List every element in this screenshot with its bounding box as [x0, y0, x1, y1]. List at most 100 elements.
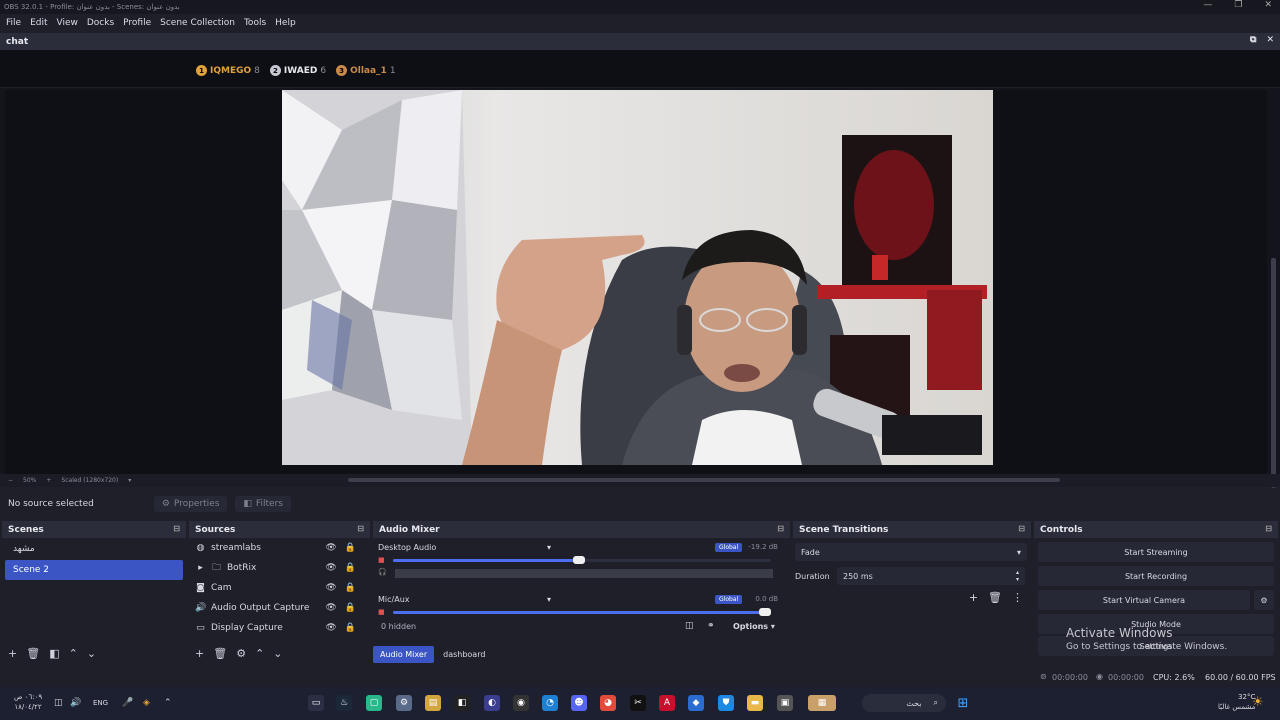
steam-icon[interactable]: ♨	[336, 695, 352, 711]
move-up-icon[interactable]: ⌃	[255, 647, 264, 660]
close-dock-icon[interactable]: ✕	[1266, 35, 1274, 45]
tab-dashboard[interactable]: dashboard	[436, 646, 492, 663]
dock-menu-icon[interactable]: ⊟	[173, 524, 180, 533]
link-icon[interactable]: ⚭	[707, 621, 715, 631]
trash-icon[interactable]: 🗑	[988, 591, 1002, 604]
volume-knob[interactable]	[573, 556, 585, 564]
notification-icon[interactable]: ◫	[54, 698, 63, 708]
float-dock-icon[interactable]: ⧉	[1250, 35, 1256, 45]
app-tile-icon[interactable]: ▦	[808, 695, 836, 711]
lock-icon[interactable]: 🔒	[345, 583, 356, 593]
gear-icon[interactable]: ⚙	[236, 647, 246, 660]
zoom-out-button[interactable]: −	[8, 477, 13, 484]
dock-menu-icon[interactable]: ⊟	[777, 524, 784, 533]
taskbar-search[interactable]: بحث ⌕	[862, 694, 946, 712]
files-icon[interactable]: ▤	[425, 695, 441, 711]
zoom-in-button[interactable]: +	[46, 477, 51, 484]
shield-icon[interactable]: ⛊	[718, 695, 734, 711]
minimize-button[interactable]: —	[1203, 0, 1212, 10]
source-item[interactable]: ◙ Cam 👁 🔒	[189, 578, 370, 598]
spin-arrows-icon[interactable]: ▴ ▾	[1016, 569, 1019, 583]
chrome-icon[interactable]: ◕	[600, 695, 616, 711]
volume-knob[interactable]	[759, 608, 771, 616]
trash-icon[interactable]: 🗑	[213, 647, 227, 660]
properties-button[interactable]: ⚙ Properties	[153, 496, 228, 512]
add-transition-icon[interactable]: +	[969, 591, 978, 604]
start-streaming-button[interactable]: Start Streaming	[1038, 542, 1274, 562]
eye-icon[interactable]: 👁	[325, 543, 336, 553]
obs-tray-icon[interactable]: ◐	[484, 695, 500, 711]
source-item[interactable]: ▸ 🗀 BotRix 👁 🔒	[189, 558, 370, 578]
app-blue-icon[interactable]: ◆	[688, 695, 704, 711]
more-icon[interactable]: ⋮	[1012, 591, 1023, 604]
dock-menu-icon[interactable]: ⊟	[1265, 524, 1272, 533]
menu-help[interactable]: Help	[275, 18, 296, 28]
lock-icon[interactable]: 🔒	[345, 563, 356, 573]
source-item[interactable]: ▭ Display Capture 👁 🔒	[189, 618, 370, 638]
source-item[interactable]: ◍ streamlabs 👁 🔒	[189, 538, 370, 558]
menu-file[interactable]: File	[6, 18, 21, 28]
preview-scrollbar-horizontal[interactable]	[348, 478, 1060, 482]
volume-slider[interactable]	[393, 608, 771, 616]
clock[interactable]: ٠٦:٠٩ ص ١٨/٠٤/٢٢	[14, 692, 42, 712]
tray-app-icon[interactable]: ◈	[143, 698, 150, 708]
chevron-down-icon[interactable]: ▾	[128, 477, 131, 484]
menu-scene-collection[interactable]: Scene Collection	[160, 18, 235, 28]
mic-tray-icon[interactable]: 🎤	[122, 698, 133, 708]
headphones-icon[interactable]: 🎧	[378, 568, 387, 576]
close-button[interactable]: ✕	[1264, 0, 1272, 10]
eye-icon[interactable]: 👁	[325, 583, 336, 593]
duration-input[interactable]: 250 ms ▴ ▾	[837, 567, 1025, 585]
lock-icon[interactable]: 🔒	[345, 603, 356, 613]
menu-edit[interactable]: Edit	[30, 18, 47, 28]
tray-expand-icon[interactable]: ⌃	[164, 698, 172, 708]
eye-icon[interactable]: 👁	[325, 623, 336, 633]
move-down-icon[interactable]: ⌄	[273, 647, 282, 660]
start-recording-button[interactable]: Start Recording	[1038, 566, 1274, 586]
weather-widget[interactable]: 32°C مشمس غالبًا	[1218, 692, 1255, 712]
add-scene-icon[interactable]: +	[8, 647, 17, 660]
scene-item-active[interactable]: Scene 2	[5, 560, 183, 580]
eye-icon[interactable]: 👁	[325, 603, 336, 613]
chevron-down-icon[interactable]: ▾	[547, 595, 551, 604]
scene-item[interactable]: مشهد	[5, 539, 183, 559]
task-view-icon[interactable]: ▭	[308, 695, 324, 711]
acrobat-icon[interactable]: A	[659, 695, 675, 711]
move-down-icon[interactable]: ⌄	[87, 647, 96, 660]
app-gray-icon[interactable]: ▣	[777, 695, 793, 711]
layout-icon[interactable]: ◫	[685, 621, 694, 631]
dock-menu-icon[interactable]: ⊟	[1018, 524, 1025, 533]
expand-chevron-icon[interactable]: ▸	[195, 563, 206, 573]
windows-start-icon[interactable]: ⊞	[955, 695, 971, 711]
filters-button[interactable]: ◧ Filters	[235, 496, 291, 512]
menu-profile[interactable]: Profile	[123, 18, 151, 28]
move-up-icon[interactable]: ⌃	[69, 647, 78, 660]
obs-icon[interactable]: ◉	[513, 695, 529, 711]
menu-view[interactable]: View	[57, 18, 78, 28]
trash-icon[interactable]: 🗑	[26, 647, 40, 660]
menu-docks[interactable]: Docks	[87, 18, 114, 28]
scene-filters-icon[interactable]: ◧	[49, 647, 59, 660]
discord-icon[interactable]: ☻	[571, 695, 587, 711]
start-virtual-camera-button[interactable]: Start Virtual Camera	[1038, 590, 1250, 610]
settings-app-icon[interactable]: ⚙	[396, 695, 412, 711]
virtual-camera-settings-icon[interactable]: ⚙	[1254, 590, 1274, 610]
app-green-icon[interactable]: ▢	[366, 695, 382, 711]
menu-tools[interactable]: Tools	[244, 18, 266, 28]
add-source-icon[interactable]: +	[195, 647, 204, 660]
capcut-icon[interactable]: ✂	[630, 695, 646, 711]
volume-icon[interactable]: 🔊	[70, 698, 81, 708]
eye-icon[interactable]: 👁	[325, 563, 336, 573]
chevron-down-icon[interactable]: ▾	[547, 543, 551, 552]
explorer-icon[interactable]: ▬	[747, 695, 763, 711]
options-button[interactable]: Options ▾	[733, 622, 775, 631]
language-indicator[interactable]: ENG	[93, 699, 108, 707]
restore-button[interactable]: ❐	[1234, 0, 1242, 10]
zoom-scale-select[interactable]: Scaled (1280x720)	[61, 477, 118, 484]
tab-audio-mixer[interactable]: Audio Mixer	[373, 645, 435, 663]
volume-slider[interactable]	[393, 556, 771, 564]
dock-menu-icon[interactable]: ⊟	[357, 524, 364, 533]
lock-icon[interactable]: 🔒	[345, 543, 356, 553]
source-item[interactable]: 🔊 Audio Output Capture 👁 🔒	[189, 598, 370, 618]
preview-scrollbar-vertical[interactable]	[1271, 258, 1276, 488]
